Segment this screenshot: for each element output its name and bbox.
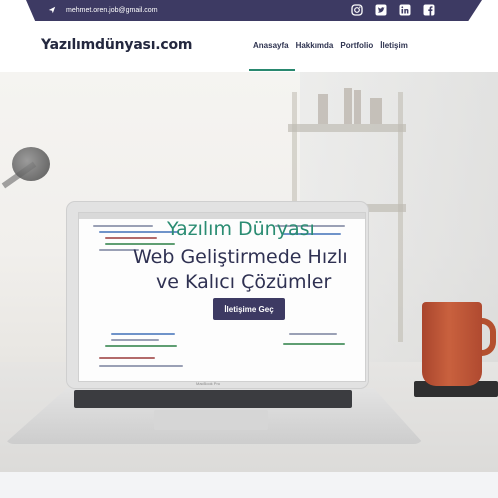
active-nav-indicator [249, 69, 295, 71]
hero-subtitle-line2: ve Kalıcı Çözümler [156, 271, 332, 293]
linkedin-icon[interactable] [398, 3, 412, 17]
email-text: mehmet.oren.job@gmail.com [66, 7, 158, 14]
facebook-icon[interactable] [422, 3, 436, 17]
nav-home[interactable]: Anasayfa [253, 41, 289, 54]
nav-about[interactable]: Hakkımda [296, 41, 334, 54]
main-nav: Anasayfa Hakkımda Portfolio İletişim [253, 41, 408, 54]
social-links [350, 3, 436, 17]
top-bar: mehmet.oren.job@gmail.com [0, 0, 498, 21]
nav-portfolio[interactable]: Portfolio [340, 41, 373, 54]
contact-email[interactable]: mehmet.oren.job@gmail.com [48, 4, 158, 17]
hero-subtitle-line1: Web Geliştirmede Hızlı [133, 246, 348, 268]
site-logo[interactable]: Yazılımdünyası.com [41, 37, 193, 53]
send-icon [48, 6, 56, 16]
nav-contact[interactable]: İletişim [380, 41, 408, 54]
contact-cta-button[interactable]: İletişime Geç [213, 298, 285, 320]
hero-section: MacBook Pro Yazılım Dünyası Web Geliştir… [0, 72, 498, 472]
instagram-icon[interactable] [350, 3, 364, 17]
hero-title: Yazılım Dünyası [167, 218, 315, 240]
hero-content: Yazılım Dünyası Web Geliştirmede Hızlı v… [0, 72, 498, 472]
twitter-icon[interactable] [374, 3, 388, 17]
site-header: Yazılımdünyası.com Anasayfa Hakkımda Por… [0, 21, 498, 72]
page: mehmet.oren.job@gmail.com Yazılımdünyası… [0, 0, 498, 498]
